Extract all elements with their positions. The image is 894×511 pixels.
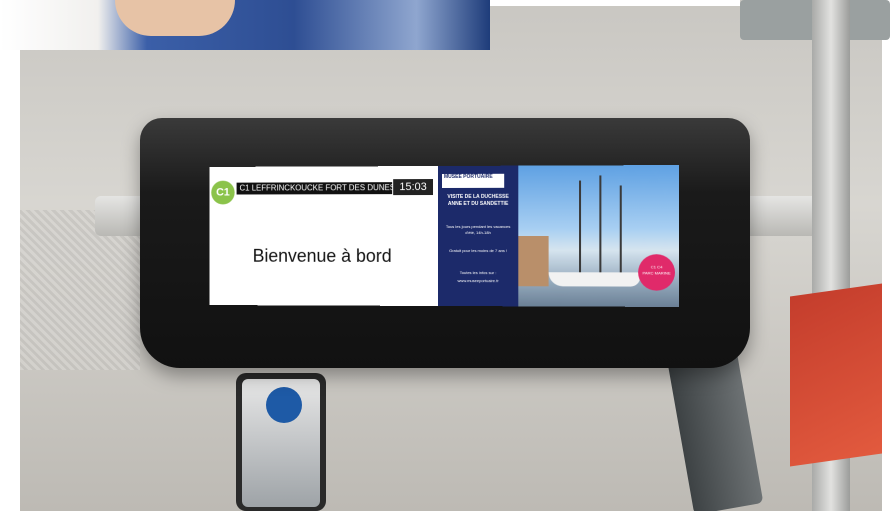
ad-title: VISITE DE LA DUCHESSE ANNE ET DU SANDETT… (447, 193, 509, 207)
display-header: C1 C1 LEFFRINCKOUCKE FORT DES DUNES 15:0… (209, 165, 446, 211)
ad-url: www.museeportuaire.fr (457, 278, 499, 284)
left-margin (0, 50, 20, 511)
welcome-message: Bienvenue à bord (252, 245, 392, 266)
ad-line-3: Toutes les infos sur : (459, 270, 497, 276)
overlay-photo (0, 0, 490, 50)
ad-panel: MUSÉE PORTUAIRE VISITE DE LA DUCHESSE AN… (438, 165, 519, 307)
phone-screen (242, 379, 320, 507)
red-sign (790, 283, 882, 467)
ship-photo: C1 C4 PARC MARINE (518, 165, 680, 307)
passenger-display: C1 C1 LEFFRINCKOUCKE FORT DES DUNES 15:0… (209, 165, 680, 307)
photo-scene: C1 C1 LEFFRINCKOUCKE FORT DES DUNES 15:0… (0, 0, 894, 511)
badge-line-2: PARC MARINE (642, 270, 671, 276)
building (518, 236, 549, 287)
ad-line-1: Tous les jours pendant les vacances d'ét… (445, 223, 511, 235)
display-housing: C1 C1 LEFFRINCKOUCKE FORT DES DUNES 15:0… (140, 118, 750, 368)
phone (236, 373, 326, 511)
museum-logo: MUSÉE PORTUAIRE (441, 173, 505, 188)
phone-icon (266, 387, 302, 423)
line-badge: C1 (211, 180, 235, 205)
ad-line-2: Gratuit pour les moins de 7 ans ! (449, 248, 508, 254)
mast (619, 185, 622, 277)
top-margin (490, 0, 740, 6)
mast (599, 175, 602, 277)
clock: 15:03 (393, 179, 434, 196)
ad-badge: C1 C4 PARC MARINE (638, 254, 676, 291)
destination: C1 LEFFRINCKOUCKE FORT DES DUNES (236, 182, 393, 195)
ship-hull (548, 272, 641, 287)
mast (579, 180, 582, 277)
hand (115, 0, 235, 36)
